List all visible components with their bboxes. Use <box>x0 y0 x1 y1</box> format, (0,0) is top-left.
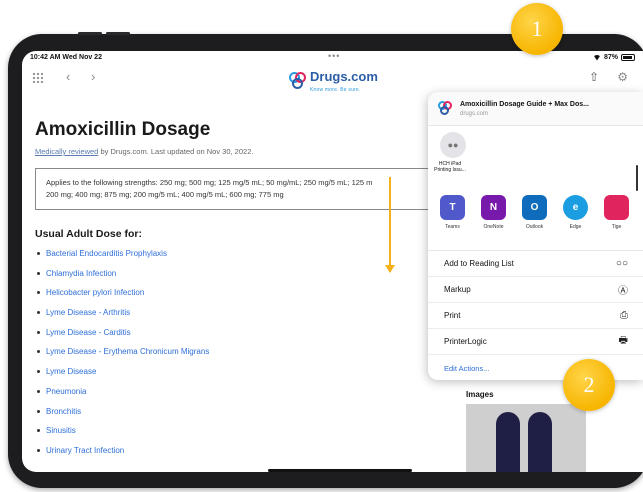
markup-icon: Ⓐ <box>618 286 628 297</box>
app-name: Teams <box>445 224 460 230</box>
share-actions-list: Add to Reading List ○○ Markup Ⓐ Print ⎙ … <box>428 250 643 380</box>
action-label: Markup <box>444 285 471 294</box>
section-heading: Usual Adult Dose for: <box>35 228 142 240</box>
printer-icon: ⎙ <box>620 310 628 321</box>
ipad-screen: 10:42 AM Wed Nov 22 ••• 87% ‹ › Drugs.co… <box>22 51 643 472</box>
printerlogic-icon: 🖶 <box>618 335 628 346</box>
share-icon[interactable]: ⇧ <box>589 69 599 85</box>
action-label: Add to Reading List <box>444 259 514 268</box>
status-time: 10:42 AM Wed Nov 22 <box>30 54 102 61</box>
action-markup[interactable]: Markup Ⓐ <box>428 277 643 303</box>
wifi-icon <box>592 54 601 61</box>
tabs-grid-icon[interactable] <box>32 72 43 83</box>
dose-link[interactable]: Urinary Tract Infection <box>35 441 455 461</box>
airdrop-target[interactable]: ●● HCH iPad Printing Issu... <box>434 132 468 173</box>
app-name: Outlook <box>525 224 544 230</box>
logo-text: Drugs.com <box>310 69 378 84</box>
dose-link[interactable]: Pneumonia <box>35 382 455 402</box>
images-heading: Images <box>466 390 494 399</box>
action-label: Print <box>444 311 461 320</box>
app-outlook[interactable]: O Outlook <box>520 195 549 230</box>
annotation-arrow-head <box>385 265 395 273</box>
medically-reviewed-link[interactable]: Medically reviewed <box>35 147 98 156</box>
battery-percent: 87% <box>603 54 618 61</box>
dose-link[interactable]: Lyme Disease - Erythema Chronicum Migran… <box>35 342 455 362</box>
action-label: PrinterLogic <box>444 337 487 346</box>
multitasking-dots[interactable]: ••• <box>328 51 340 61</box>
dose-link[interactable]: Lyme Disease - Carditis <box>35 323 455 343</box>
battery-icon <box>621 54 635 61</box>
strengths-line-2: 200 mg; 400 mg; 875 mg; 200 mg/5 mL; 400… <box>46 190 284 199</box>
logo-tagline: Know more. Be sure. <box>310 87 361 93</box>
app-name: Tige <box>611 224 622 230</box>
app-onenote[interactable]: N OneNote <box>479 195 508 230</box>
people-icon: ●● <box>440 132 466 158</box>
pill-shape <box>528 412 552 472</box>
top-button-left <box>78 32 102 35</box>
onenote-icon: N <box>481 195 506 220</box>
drugs-logo-icon <box>289 71 307 90</box>
dose-link[interactable]: Helicobacter pylori Infection <box>35 283 455 303</box>
browser-toolbar: ‹ › Drugs.com Know more. Be sure. ⇧ ⚙ <box>22 65 643 93</box>
share-sheet-header: Amoxicillin Dosage Guide + Max Dos... dr… <box>428 92 643 126</box>
gear-icon[interactable]: ⚙ <box>617 69 628 85</box>
share-url: drugs.com <box>460 111 489 117</box>
status-bar: 10:42 AM Wed Nov 22 ••• 87% <box>22 51 643 65</box>
annotation-arrow-line <box>389 177 391 267</box>
strengths-line-1: Applies to the following strengths: 250 … <box>46 178 373 187</box>
airdrop-name: HCH iPad Printing Issu... <box>432 161 468 173</box>
dose-list: Bacterial Endocarditis Prophylaxis Chlam… <box>35 244 455 461</box>
dose-link[interactable]: Lyme Disease <box>35 362 455 382</box>
action-add-to-reading-list[interactable]: Add to Reading List ○○ <box>428 251 643 277</box>
outlook-icon: O <box>522 195 547 220</box>
app-name: Edge <box>569 224 582 230</box>
share-sheet: Amoxicillin Dosage Guide + Max Dos... dr… <box>428 92 643 380</box>
dose-link[interactable]: Bronchitis <box>35 402 455 422</box>
callout-badge-1: 1 <box>511 3 563 55</box>
teams-icon: T <box>440 195 465 220</box>
page-title: Amoxicillin Dosage <box>35 119 211 140</box>
share-title: Amoxicillin Dosage Guide + Max Dos... <box>460 101 589 108</box>
site-favicon-icon <box>438 101 454 117</box>
article-content: Amoxicillin Dosage Medically reviewed by… <box>35 119 455 461</box>
action-print[interactable]: Print ⎙ <box>428 303 643 329</box>
edge-icon: e <box>563 195 588 220</box>
callout-badge-2: 2 <box>563 359 615 411</box>
app-tige[interactable]: Tige <box>602 195 631 230</box>
back-chevron-icon[interactable]: ‹ <box>66 69 70 85</box>
share-apps-row: T Teams N OneNote O Outlook e Edge Tige <box>438 195 631 230</box>
dose-link[interactable]: Lyme Disease - Arthritis <box>35 303 455 323</box>
strengths-box: Applies to the following strengths: 250 … <box>35 168 440 210</box>
forward-chevron-icon[interactable]: › <box>91 69 95 85</box>
dose-link[interactable]: Bacterial Endocarditis Prophylaxis <box>35 244 455 264</box>
app-edge[interactable]: e Edge <box>561 195 590 230</box>
glasses-icon: ○○ <box>615 258 628 269</box>
dose-link[interactable]: Sinusitis <box>35 421 455 441</box>
airdrop-name-line2: Printing Issu... <box>434 167 466 173</box>
tige-icon <box>604 195 629 220</box>
logo-text-block: Drugs.com Know more. Be sure. <box>310 68 378 93</box>
review-date: by Drugs.com. Last updated on Nov 30, 20… <box>98 147 254 156</box>
sheet-scroll-indicator[interactable] <box>636 165 638 191</box>
app-name: OneNote <box>483 224 504 230</box>
home-indicator[interactable] <box>268 469 412 472</box>
app-teams[interactable]: T Teams <box>438 195 467 230</box>
review-line: Medically reviewed by Drugs.com. Last up… <box>35 147 455 156</box>
pill-shape <box>496 412 520 472</box>
status-right: 87% <box>592 54 635 61</box>
images-thumbnail[interactable] <box>466 404 586 472</box>
top-button-right <box>106 32 130 35</box>
action-printerlogic[interactable]: PrinterLogic 🖶 <box>428 329 643 355</box>
drugs-com-logo[interactable]: Drugs.com Know more. Be sure. <box>289 68 378 93</box>
